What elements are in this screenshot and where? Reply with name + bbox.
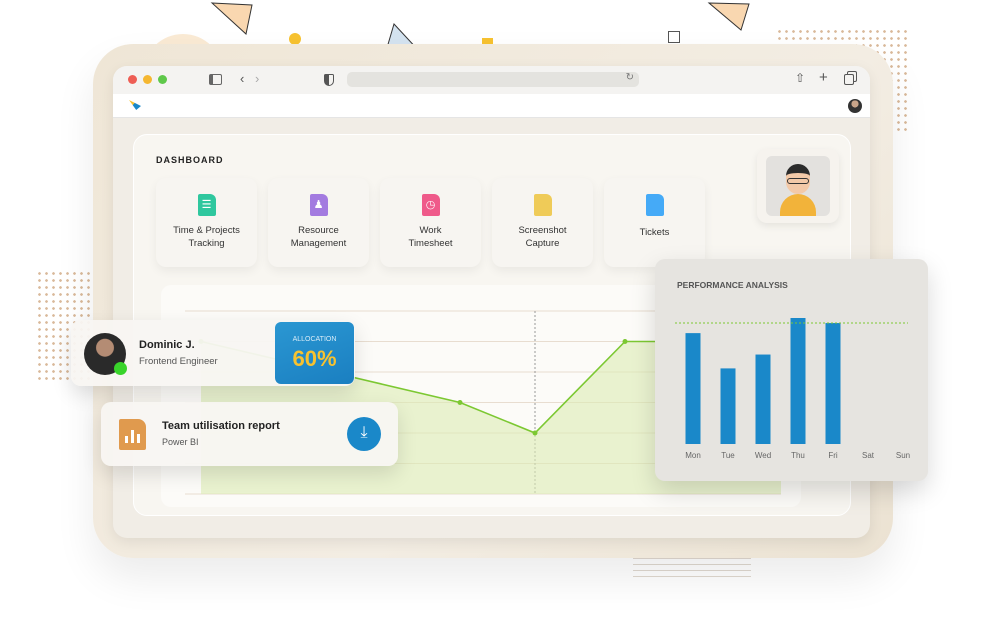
module-label-line2: Tracking [188,238,225,249]
bar-wed[interactable] [755,354,771,444]
module-card-time-projects[interactable]: ☰ Time & Projects Tracking [156,178,257,267]
file-icon [533,194,552,216]
avatar-illustration [766,156,830,216]
document-list-icon: ☰ [197,194,216,216]
online-status-indicator [114,362,127,375]
module-card-screenshot[interactable]: Screenshot Capture [492,178,593,267]
decor-square-outline [668,31,680,43]
decor-triangle [707,2,750,31]
bar-mon[interactable] [685,333,701,444]
data-point[interactable] [532,430,538,436]
module-label: Work [419,225,442,236]
data-point[interactable] [457,400,463,405]
module-label: Screenshot [518,225,567,236]
shield-icon[interactable] [324,74,334,86]
download-button[interactable]: ⤓ [347,417,381,451]
dashboard-title: DASHBOARD [156,155,224,165]
module-label-line2: Capture [525,238,560,249]
reload-icon[interactable]: ↻ [626,72,634,83]
x-tick-label: Thu [791,451,805,460]
maximize-window-button[interactable] [158,75,167,84]
minimize-window-button[interactable] [143,75,152,84]
performance-analysis-card: PERFORMANCE ANALYSIS Mon Tue Wed Thu Fri Sat S… [655,259,928,481]
bar-chart-file-icon [119,419,146,450]
app-header [113,94,870,118]
app-logo[interactable] [129,100,141,110]
employee-name: Dominic J. [139,339,195,351]
bar-fri[interactable] [825,323,841,444]
address-bar[interactable]: ↻ [347,72,639,87]
module-card-tickets[interactable]: Tickets [604,178,705,267]
user-avatar[interactable] [848,99,862,113]
x-tick-label: Sat [862,451,875,460]
file-icon [645,194,664,216]
bar-tue[interactable] [720,368,736,444]
x-tick-label: Sun [896,451,910,460]
x-tick-label: Tue [721,451,735,460]
x-tick-label: Fri [828,451,838,460]
data-point[interactable] [622,339,628,344]
module-label-line2: Management [290,238,347,249]
allocation-label: ALLOCATION [292,336,337,343]
tabs-overview-icon[interactable] [844,74,854,85]
module-label: Tickets [639,227,670,238]
report-subtitle: Power BI [162,437,199,447]
module-label-line2: Timesheet [408,238,453,249]
module-label: Resource [298,225,339,236]
allocation-badge: ALLOCATION 60% [275,322,354,384]
bar-thu[interactable] [790,318,806,444]
report-title: Team utilisation report [162,420,280,432]
clock-icon: ◷ [421,194,440,216]
employee-role: Frontend Engineer [139,356,218,367]
module-label: Time & Projects [173,225,240,236]
module-card-work[interactable]: ◷ Work Timesheet [380,178,481,267]
employee-card[interactable]: Dominic J. Frontend Engineer ALLOCATION … [71,320,355,386]
back-icon[interactable]: ‹ [240,71,244,86]
team-icon: ♟ [309,194,328,216]
new-tab-icon[interactable]: + [819,69,828,86]
close-window-button[interactable] [128,75,137,84]
sidebar-toggle-icon[interactable] [209,74,222,85]
module-card-resource[interactable]: ♟ Resource Management [268,178,369,267]
decor-triangle [210,2,253,35]
forward-icon[interactable]: › [255,71,259,86]
x-tick-label: Wed [755,451,771,460]
share-icon[interactable]: ⇧ [795,71,805,85]
profile-avatar[interactable] [757,149,839,223]
download-icon: ⤓ [360,424,368,441]
allocation-value: 60% [292,346,337,371]
x-tick-label: Mon [685,451,701,460]
browser-toolbar: ‹ › ↻ ⇧ + [113,66,870,94]
report-card[interactable]: Team utilisation report Power BI ⤓ [101,402,398,466]
